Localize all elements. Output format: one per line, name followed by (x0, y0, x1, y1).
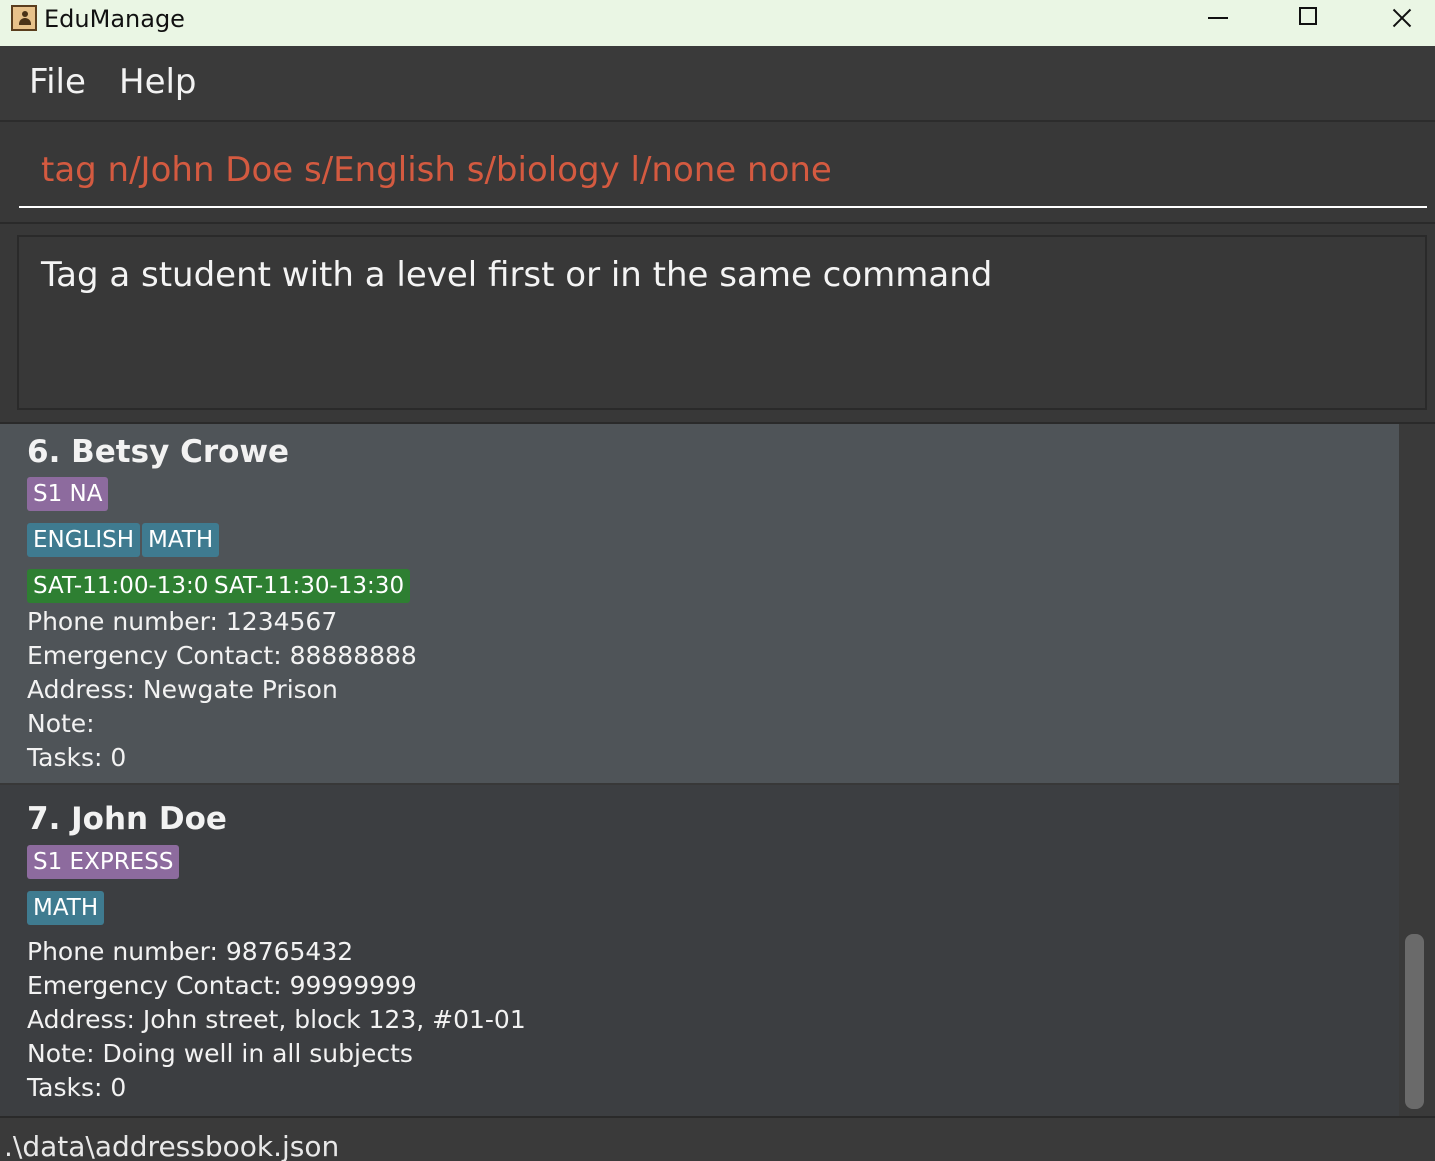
address-field: Address: John street, block 123, #01-01 (27, 1005, 526, 1034)
menu-file[interactable]: File (29, 62, 86, 102)
student-name: 6. Betsy Crowe (27, 434, 290, 470)
emergency-contact-field: Emergency Contact: 99999999 (27, 971, 417, 1000)
menu-help[interactable]: Help (119, 62, 197, 102)
menu-bar: File Help (0, 46, 1435, 122)
data-file-path: .\data\addressbook.json (4, 1130, 340, 1161)
lesson-tag: SAT-11:00-13:00 (27, 569, 230, 603)
status-bar: .\data\addressbook.json (0, 1116, 1435, 1161)
scrollbar-thumb[interactable] (1405, 934, 1424, 1109)
student-list[interactable]: 6. Betsy Crowe S1 NA ENGLISH MATH SAT-11… (0, 422, 1435, 1118)
phone-field: Phone number: 98765432 (27, 937, 354, 966)
subject-tag: MATH (27, 891, 105, 925)
result-display: Tag a student with a level first or in t… (17, 235, 1427, 410)
tasks-field: Tasks: 0 (27, 743, 127, 772)
lesson-tag: SAT-11:30-13:30 (208, 569, 411, 603)
maximize-button[interactable] (1273, 0, 1343, 40)
student-card[interactable]: 6. Betsy Crowe S1 NA ENGLISH MATH SAT-11… (0, 424, 1399, 783)
command-input[interactable]: tag n/John Doe s/English s/biology l/non… (19, 122, 1427, 208)
note-field: Note: (27, 709, 95, 738)
close-button[interactable] (1366, 0, 1435, 40)
app-icon (11, 5, 37, 31)
phone-field: Phone number: 1234567 (27, 607, 338, 636)
result-message: Tag a student with a level first or in t… (41, 255, 993, 295)
emergency-contact-field: Emergency Contact: 88888888 (27, 641, 417, 670)
subject-tag: MATH (142, 523, 220, 557)
level-tag: S1 NA (27, 477, 109, 511)
window-title: EduManage (44, 5, 185, 33)
level-tag: S1 EXPRESS (27, 845, 180, 879)
tasks-field: Tasks: 0 (27, 1073, 127, 1102)
student-name: 7. John Doe (27, 801, 227, 837)
command-box: tag n/John Doe s/English s/biology l/non… (0, 122, 1435, 224)
command-text: tag n/John Doe s/English s/biology l/non… (41, 150, 832, 190)
window-titlebar: EduManage (0, 0, 1435, 46)
student-card[interactable]: 7. John Doe S1 EXPRESS MATH Phone number… (0, 785, 1399, 1118)
subject-tag: ENGLISH (27, 523, 141, 557)
minimize-button[interactable] (1183, 0, 1253, 40)
note-field: Note: Doing well in all subjects (27, 1039, 413, 1068)
address-field: Address: Newgate Prison (27, 675, 338, 704)
